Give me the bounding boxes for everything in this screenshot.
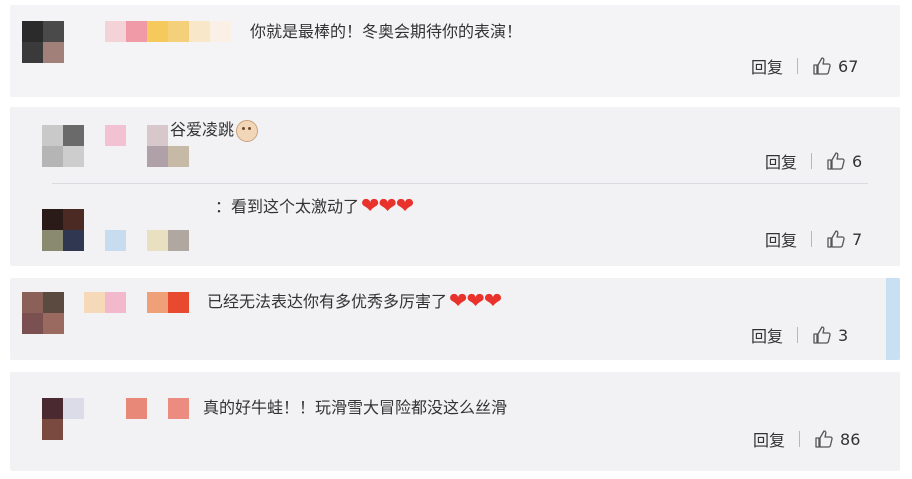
like-count: 3 — [838, 325, 849, 345]
comment-text-content: 谷爱凌跳 — [170, 120, 235, 139]
like-button[interactable]: 3 — [812, 325, 848, 345]
comment-card: 谷爱凌跳 回复 6 ：看到这个太激动了❤❤❤ 回复 7 — [10, 107, 900, 266]
reply-username-blurred[interactable] — [105, 230, 189, 251]
heart-emoji-icon: ❤ — [378, 194, 397, 219]
username-blurred[interactable] — [84, 292, 126, 313]
username-blurred[interactable] — [126, 398, 147, 419]
heart-emojis: ❤❤❤ — [449, 289, 503, 314]
divider — [797, 58, 799, 74]
heart-emojis: ❤❤❤ — [361, 194, 415, 219]
thumbs-up-icon — [827, 230, 845, 248]
comment-actions: 回复 86 — [753, 427, 860, 451]
reply-button[interactable]: 回复 — [751, 54, 783, 78]
like-count: 86 — [840, 429, 861, 449]
avatar[interactable] — [42, 125, 84, 167]
comment-card: 已经无法表达你有多优秀多厉害了❤❤❤ 回复 3 — [10, 278, 900, 360]
like-button[interactable]: 6 — [826, 151, 862, 171]
comment-actions: 回复 3 — [751, 323, 848, 347]
heart-emoji-icon: ❤ — [361, 194, 380, 219]
like-count: 7 — [852, 229, 863, 249]
reply-text: ：看到这个太激动了❤❤❤ — [215, 194, 415, 219]
divider — [797, 327, 799, 343]
reply-actions: 回复 7 — [765, 227, 862, 251]
avatar[interactable] — [22, 292, 64, 334]
heart-emoji-icon: ❤ — [483, 289, 503, 314]
scroll-rail[interactable] — [886, 278, 900, 360]
thumbs-up-icon — [813, 57, 831, 75]
like-button[interactable]: 86 — [814, 429, 860, 449]
reply-button[interactable]: 回复 — [765, 149, 797, 173]
comment-text: 谷爱凌跳 — [170, 119, 259, 142]
thumbs-up-icon — [813, 326, 831, 344]
doge-emoji-icon — [236, 119, 259, 142]
like-count: 6 — [852, 151, 863, 171]
divider — [811, 153, 813, 169]
divider — [811, 231, 813, 247]
comment-text: 已经无法表达你有多优秀多厉害了❤❤❤ — [207, 289, 503, 314]
reply-text-content: ：看到这个太激动了 — [215, 197, 360, 216]
avatar[interactable] — [22, 21, 64, 63]
comment-text-content: 已经无法表达你有多优秀多厉害了 — [207, 292, 448, 311]
reply-button[interactable]: 回复 — [765, 227, 797, 251]
reply-button[interactable]: 回复 — [753, 427, 785, 451]
comment-text: 你就是最棒的！冬奥会期待你的表演！ — [250, 22, 523, 41]
like-count: 67 — [838, 56, 859, 76]
like-button[interactable]: 67 — [812, 56, 858, 76]
reply-avatar[interactable] — [42, 209, 84, 251]
heart-emoji-icon: ❤ — [395, 194, 415, 219]
username-blurred[interactable] — [105, 125, 126, 146]
comment-actions: 回复 67 — [751, 54, 858, 78]
like-button[interactable]: 7 — [826, 229, 862, 249]
username-blurred[interactable] — [105, 21, 231, 42]
divider — [799, 431, 801, 447]
username-blurred[interactable] — [168, 398, 189, 419]
thumbs-up-icon — [827, 152, 845, 170]
comment-card: 真的好牛蛙！！玩滑雪大冒险都没这么丝滑 回复 86 — [10, 372, 900, 471]
comment-text: 真的好牛蛙！！玩滑雪大冒险都没这么丝滑 — [203, 398, 508, 417]
heart-emoji-icon: ❤ — [449, 289, 468, 314]
avatar[interactable] — [42, 398, 84, 440]
reply-divider — [52, 183, 868, 184]
comment-actions: 回复 6 — [765, 149, 862, 173]
username-blurred[interactable] — [147, 292, 189, 313]
reply-button[interactable]: 回复 — [751, 323, 783, 347]
thumbs-up-icon — [815, 430, 833, 448]
heart-emoji-icon: ❤ — [466, 289, 485, 314]
comment-card: 你就是最棒的！冬奥会期待你的表演！ 回复 67 — [10, 5, 900, 97]
